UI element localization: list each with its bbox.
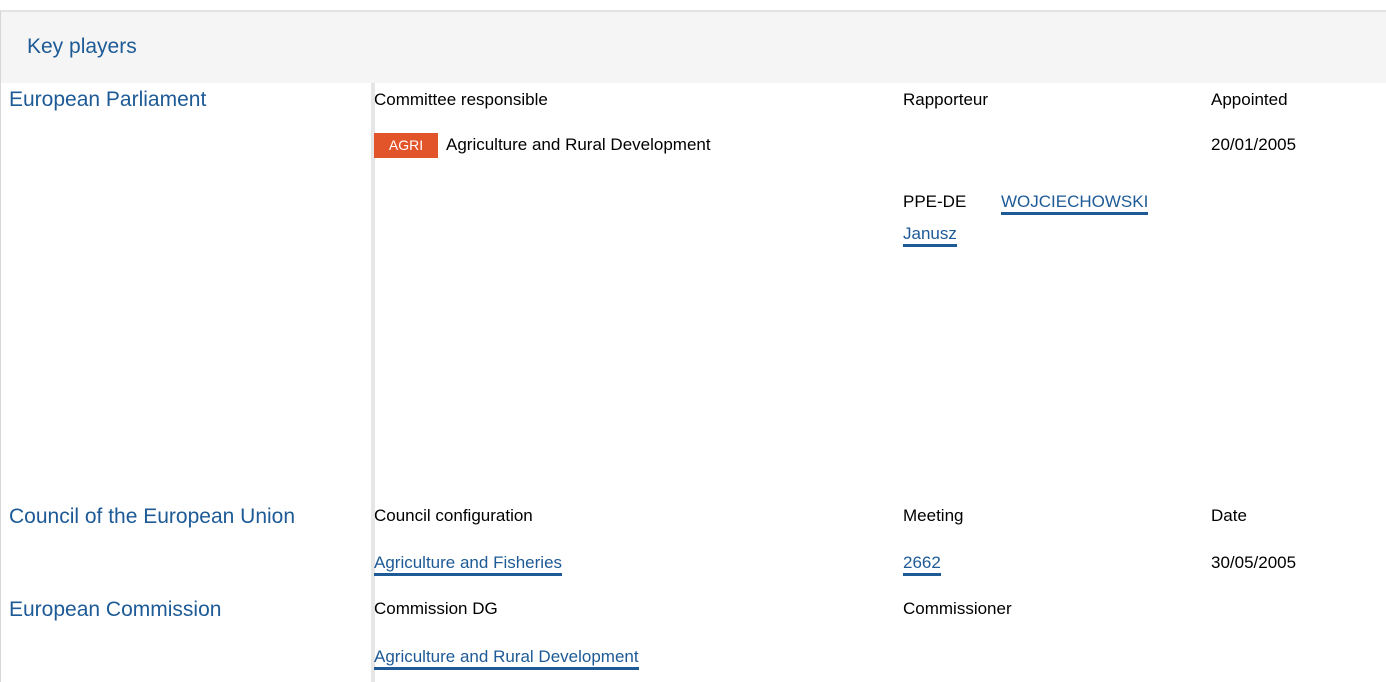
column-divider [371, 83, 375, 682]
panel-border [0, 10, 1, 682]
institution-european-parliament: European Parliament [9, 88, 207, 111]
meeting-date: 30/05/2005 [1211, 553, 1297, 572]
committee-responsible-header: Committee responsible [374, 90, 548, 109]
council-configuration-header: Council configuration [374, 506, 533, 525]
rapporteur-link[interactable]: WOJCIECHOWSKI [1001, 191, 1149, 215]
commissioner-header: Commissioner [903, 599, 1012, 618]
meeting-header: Meeting [903, 506, 964, 525]
key-players-header: Key players [0, 10, 1386, 83]
rapporteur-political-group: PPE-DE [903, 192, 967, 211]
committee-name: Agriculture and Rural Development [446, 135, 711, 154]
meeting-link[interactable]: 2662 [903, 552, 941, 576]
rapporteur-header: Rapporteur [903, 90, 989, 109]
council-configuration-link[interactable]: Agriculture and Fisheries [374, 552, 563, 576]
institution-commission: European Commission [9, 598, 222, 621]
appointed-date: 20/01/2005 [1211, 135, 1297, 154]
commission-dg-link[interactable]: Agriculture and Rural Development [374, 646, 639, 670]
appointed-header: Appointed [1211, 90, 1288, 109]
rapporteur-link-firstname[interactable]: Janusz [903, 223, 957, 247]
date-header: Date [1211, 506, 1247, 525]
section-title: Key players [27, 35, 137, 58]
committee-badge-agri: AGRI [374, 133, 438, 158]
institution-council: Council of the European Union [9, 505, 296, 528]
commission-dg-header: Commission DG [374, 599, 498, 618]
